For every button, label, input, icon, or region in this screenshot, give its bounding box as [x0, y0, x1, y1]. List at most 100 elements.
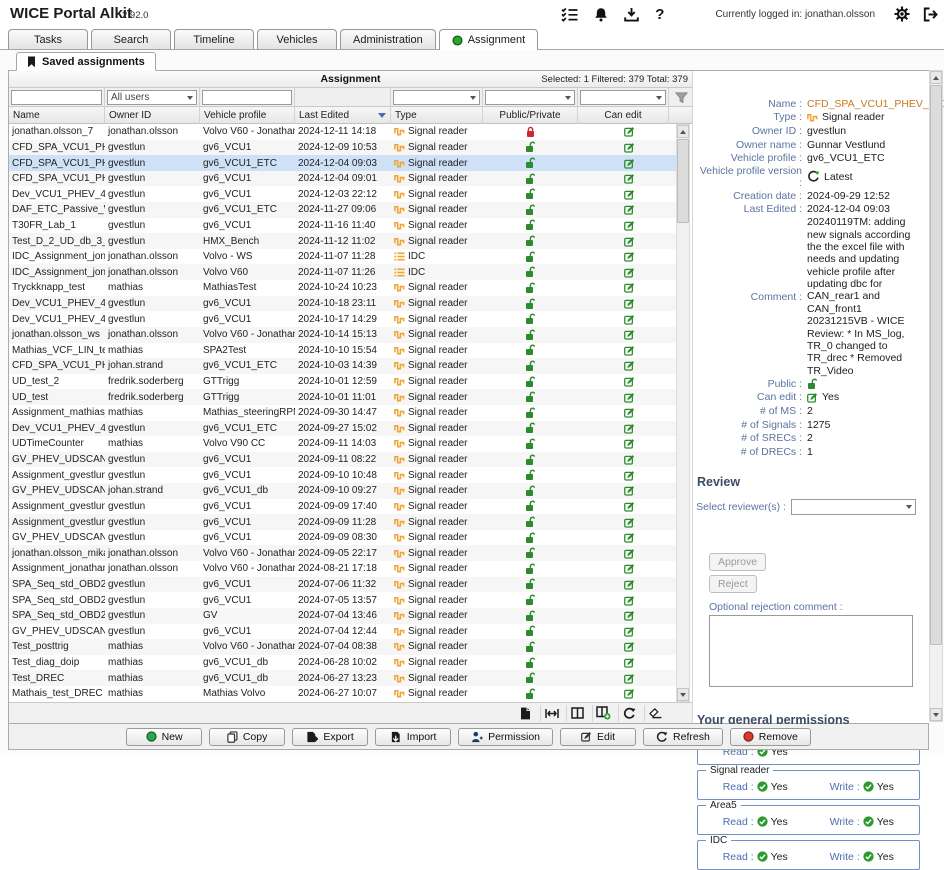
table-row[interactable]: jonathan.olsson_wsjonathan.olssonVolvo V… [9, 327, 680, 343]
add-column-button[interactable] [592, 705, 614, 722]
table-row[interactable]: Assignment_gvestlun_...gvestlungv6_VCU12… [9, 467, 680, 483]
gear-icon[interactable] [894, 6, 910, 22]
detail-label: # of DRECs : [695, 446, 807, 458]
table-row[interactable]: UDTimeCountermathiasVolvo V90 CC2024-09-… [9, 436, 680, 452]
col-header-public[interactable]: Public/Private [483, 107, 578, 124]
tab-timeline[interactable]: Timeline [174, 29, 254, 49]
remove-button[interactable]: Remove [730, 728, 811, 746]
col-header-profile[interactable]: Vehicle profile [200, 107, 295, 124]
approve-button[interactable]: Approve [709, 553, 766, 571]
download-icon[interactable] [624, 7, 639, 22]
select-reviewers-dropdown[interactable] [791, 499, 916, 515]
table-row[interactable]: IDC_Assignment_jonat...jonathan.olssonVo… [9, 264, 680, 280]
table-row[interactable]: jonathan.olsson_7jonathan.olssonVolvo V6… [9, 124, 680, 140]
task-list-icon[interactable] [561, 7, 578, 22]
table-row[interactable]: Dev_VCU1_PHEV_4_4...gvestlungv6_VCU12024… [9, 186, 680, 202]
filter-owner-select[interactable]: All users [107, 90, 197, 105]
table-row[interactable]: DAF_ETC_Passive_W...gvestlungv6_VCU1_ETC… [9, 202, 680, 218]
export-button[interactable]: Export [292, 728, 368, 746]
table-row[interactable]: GV_PHEV_UDSCAN_...johan.strandgv6_VCU1_d… [9, 483, 680, 499]
refresh-button[interactable] [618, 705, 640, 722]
table-row[interactable]: CFD_SPA_VCU1_PHE...gvestlungv6_VCU12024-… [9, 171, 680, 187]
table-row[interactable]: Assignment_mathias_166mathiasMathias_ste… [9, 405, 680, 421]
table-row[interactable]: Tryckknapp_testmathiasMathiasTest2024-10… [9, 280, 680, 296]
filter-type-select[interactable] [393, 90, 480, 105]
filter-name-input[interactable] [11, 90, 102, 105]
logout-icon[interactable] [923, 7, 938, 22]
clear-filter-button[interactable] [644, 705, 666, 722]
scroll-up-button[interactable] [677, 125, 689, 138]
signal-reader-icon [394, 376, 405, 387]
filter-funnel-icon[interactable] [675, 92, 688, 104]
table-row[interactable]: SPA_Seq_std_OBD2gvestlunGV2024-07-04 13:… [9, 608, 680, 624]
edit-icon [624, 532, 635, 543]
col-header-canedit[interactable]: Can edit [578, 107, 669, 124]
table-row[interactable]: Test_posttrigmathiasVolvo V60 - Jonathan… [9, 639, 680, 655]
table-row[interactable]: UD_testfredrik.soderbergGTTrigg2024-10-0… [9, 389, 680, 405]
table-row[interactable]: Test_diag_doipmathiasgv6_VCU1_db2024-06-… [9, 655, 680, 671]
copy-button[interactable]: Copy [209, 728, 285, 746]
tab-saved-assignments[interactable]: Saved assignments [16, 52, 156, 71]
table-row[interactable]: Dev_VCU1_PHEV_4_4...gvestlungv6_VCU12024… [9, 296, 680, 312]
permission-button[interactable]: Permission [458, 728, 553, 746]
detail-field: # of DRECs :1 [695, 445, 930, 459]
table-row[interactable]: GV_PHEV_UDSCAN_...gvestlungv6_VCU12024-0… [9, 624, 680, 640]
table-row[interactable]: Test_DRECmathiasgv6_VCU1_db2024-06-27 13… [9, 670, 680, 686]
scroll-down-button[interactable] [930, 708, 942, 721]
refresh-button[interactable]: Refresh [643, 728, 723, 746]
lock-open-icon [525, 266, 536, 278]
table-row[interactable]: GV_PHEV_UDSCAN_...gvestlungv6_VCU12024-0… [9, 452, 680, 468]
table-row[interactable]: Mathais_test_DRECmathiasMathias Volvo202… [9, 686, 680, 702]
filter-profile-input[interactable] [202, 90, 292, 105]
help-icon[interactable]: ? [655, 6, 664, 23]
tab-administration[interactable]: Administration [340, 29, 436, 49]
filter-canedit-select[interactable] [580, 90, 666, 105]
table-row[interactable]: GV_PHEV_UDSCAN_...gvestlungv6_VCU12024-0… [9, 530, 680, 546]
scroll-down-button[interactable] [677, 688, 689, 701]
detail-field: Name :CFD_SPA_VCU1_PHEV_590_DAF_ETC [695, 97, 930, 111]
table-row[interactable]: IDC_Assignment_jonat...jonathan.olssonVo… [9, 249, 680, 265]
tab-vehicles[interactable]: Vehicles [257, 29, 337, 49]
table-row[interactable]: Assignment_gvestlun_...gvestlungv6_VCU12… [9, 499, 680, 515]
table-row[interactable]: jonathan.olsson_mikajonathan.olssonVolvo… [9, 545, 680, 561]
window-scrollbar[interactable] [929, 70, 943, 722]
bell-icon[interactable] [594, 7, 608, 22]
permission-group-title: Signal reader [706, 765, 773, 776]
table-row[interactable]: CFD_SPA_VCU1_PHE...johan.strandgv6_VCU1_… [9, 358, 680, 374]
table-row[interactable]: UD_test_2fredrik.soderbergGTTrigg2024-10… [9, 374, 680, 390]
edit-icon [624, 376, 635, 387]
table-row[interactable]: Test_D_2_UD_db_3_2...gvestlunHMX_Bench20… [9, 233, 680, 249]
col-header-name[interactable]: Name [9, 107, 105, 124]
scroll-up-button[interactable] [930, 71, 942, 84]
titlebar-actions: ? Currently logged in: jonathan.olsson [561, 3, 938, 25]
tab-search[interactable]: Search [91, 29, 171, 49]
edit-button[interactable]: Edit [560, 728, 636, 746]
table-row[interactable]: Mathias_VCF_LIN_testmathiasSPA2Test2024-… [9, 343, 680, 359]
table-row[interactable]: SPA_Seq_std_OBD2_v...gvestlungv6_VCU1202… [9, 577, 680, 593]
col-header-type[interactable]: Type [391, 107, 483, 124]
table-row[interactable]: Assignment_gvestlun_22gvestlungv6_VCU120… [9, 514, 680, 530]
tab-assignment[interactable]: Assignment [439, 29, 538, 50]
table-row[interactable]: Dev_VCU1_PHEV_4_4...gvestlungv6_VCU1_ETC… [9, 421, 680, 437]
table-row[interactable]: CFD_SPA_VCU1_PHE...gvestlungv6_VCU12024-… [9, 140, 680, 156]
col-header-last-edited[interactable]: Last Edited [295, 107, 391, 124]
scrollbar-thumb[interactable] [930, 85, 942, 645]
filter-public-select[interactable] [485, 90, 575, 105]
table-row[interactable]: T30FR_Lab_1gvestlungv6_VCU12024-11-16 11… [9, 218, 680, 234]
import-button[interactable]: Import [375, 728, 451, 746]
new-button[interactable]: New [126, 728, 202, 746]
table-row[interactable]: CFD_SPA_VCU1_PHE...gvestlungv6_VCU1_ETC2… [9, 155, 680, 171]
scrollbar-thumb[interactable] [677, 139, 689, 223]
table-scrollbar[interactable] [676, 124, 690, 702]
col-header-owner[interactable]: Owner ID [105, 107, 200, 124]
reject-button[interactable]: Reject [709, 575, 757, 593]
edit-icon [624, 470, 635, 481]
table-row[interactable]: SPA_Seq_std_OBD2_v...gvestlungv6_VCU1202… [9, 592, 680, 608]
table-row[interactable]: Assignment_jonathan.o...jonathan.olssonV… [9, 561, 680, 577]
tab-tasks[interactable]: Tasks [8, 29, 88, 49]
table-row[interactable]: Dev_VCU1_PHEV_4_4...gvestlungv6_VCU12024… [9, 311, 680, 327]
rejection-comment-textarea[interactable] [709, 615, 913, 687]
columns-button[interactable] [566, 705, 588, 722]
file-button[interactable] [514, 705, 536, 722]
fit-width-button[interactable] [540, 705, 562, 722]
